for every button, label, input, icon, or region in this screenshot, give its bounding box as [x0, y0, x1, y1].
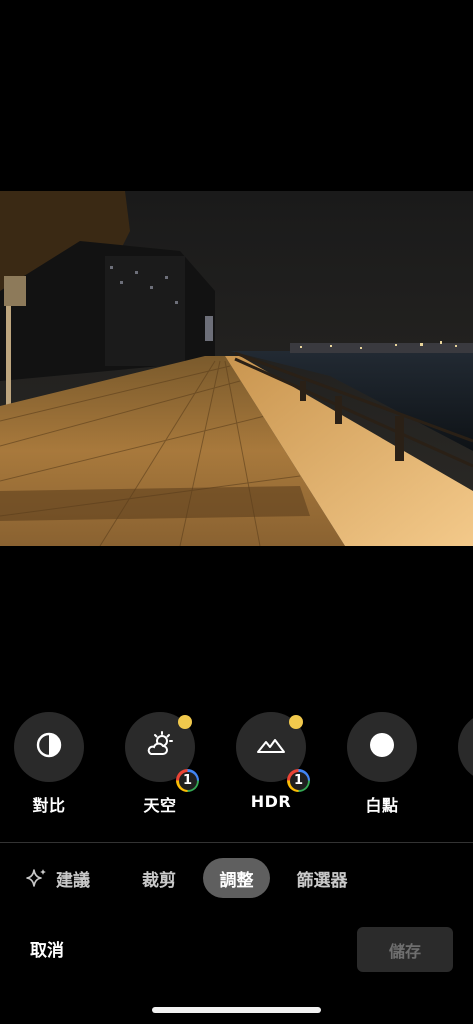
cancel-button[interactable]: 取消	[30, 936, 64, 961]
tab-adjust-label: 調整	[219, 870, 254, 891]
tool-sky-label: 天空	[143, 796, 177, 815]
contrast-icon	[36, 732, 62, 762]
tool-next-partial-button[interactable]	[458, 712, 473, 782]
edited-indicator-dot	[178, 715, 192, 729]
divider	[0, 842, 473, 843]
tool-sky-button[interactable]: 1	[125, 712, 199, 792]
tool-white-point[interactable]: 白點	[337, 712, 427, 816]
adjustment-tools-row: 對比 1 天空 1 HDR 白點	[0, 712, 473, 822]
sparkle-icon	[26, 867, 48, 889]
tool-sky-count-badge: 1	[176, 769, 199, 792]
tab-suggestions[interactable]: 建議	[18, 858, 98, 898]
night-waterfront-photo	[0, 191, 473, 546]
white-point-icon	[369, 732, 395, 762]
tab-adjust[interactable]: 調整	[203, 858, 270, 898]
edited-indicator-dot	[289, 715, 303, 729]
tab-filters-label: 篩選器	[296, 870, 348, 891]
tool-contrast[interactable]: 對比	[4, 712, 94, 816]
hdr-mountain-icon	[256, 735, 286, 759]
tool-hdr-button[interactable]: 1	[236, 712, 310, 792]
tab-filters[interactable]: 篩選器	[285, 858, 359, 898]
tool-next-partial[interactable]	[448, 712, 473, 816]
tool-hdr-label: HDR	[250, 792, 292, 811]
home-indicator[interactable]	[152, 1007, 321, 1013]
tool-hdr[interactable]: 1 HDR	[226, 712, 316, 816]
tab-crop-label: 裁剪	[142, 870, 176, 891]
photo-preview[interactable]	[0, 191, 473, 546]
tab-crop[interactable]: 裁剪	[130, 858, 188, 898]
tool-white-point-button[interactable]	[347, 712, 417, 782]
tool-hdr-count-badge: 1	[287, 769, 310, 792]
tab-suggestions-label: 建議	[56, 870, 90, 891]
tool-contrast-button[interactable]	[14, 712, 84, 782]
editor-tabs: 建議 裁剪 調整 篩選器	[0, 858, 473, 900]
tool-contrast-label: 對比	[32, 796, 66, 815]
sky-weather-icon	[145, 730, 175, 764]
save-button[interactable]: 儲存	[357, 927, 453, 972]
tool-sky[interactable]: 1 天空	[115, 712, 205, 816]
tool-white-point-label: 白點	[365, 796, 399, 815]
